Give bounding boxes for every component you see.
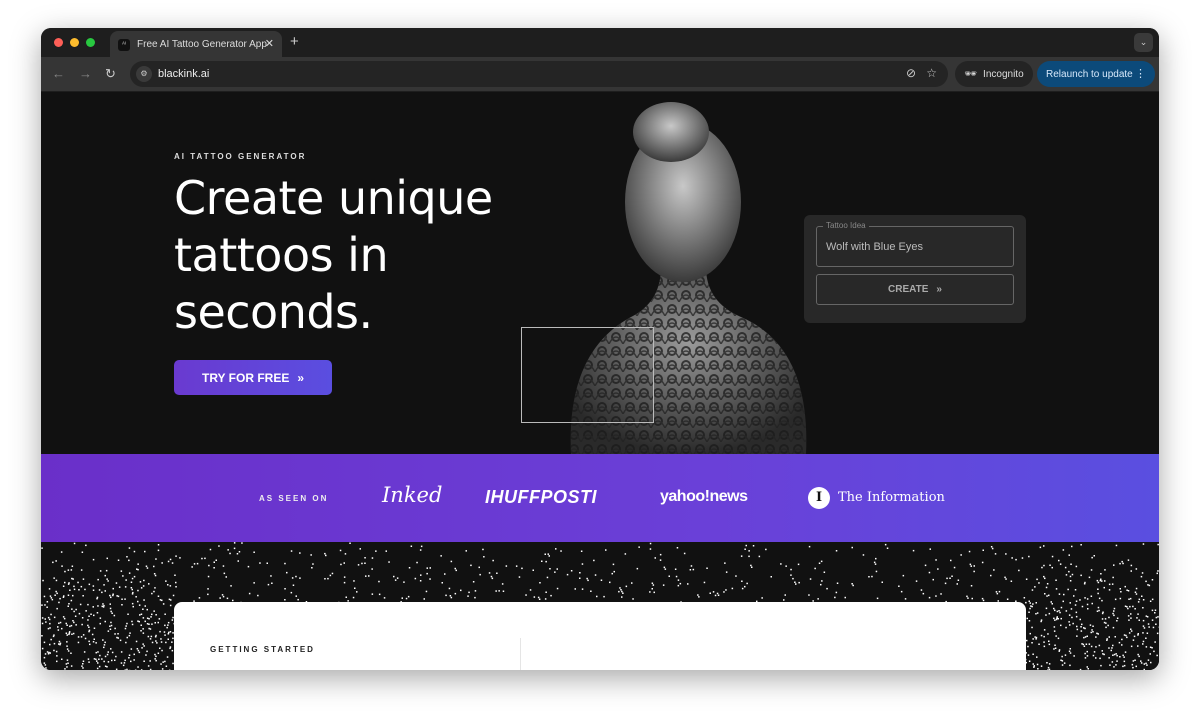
- site-settings-icon[interactable]: ⚙: [136, 66, 152, 82]
- eye-off-icon[interactable]: ⊘: [906, 66, 916, 80]
- web-page: AI TATTOO GENERATOR Create unique tattoo…: [41, 92, 1159, 670]
- huffpost-logo: IHUFFPOSTI: [485, 487, 597, 507]
- the-information-icon: I: [808, 487, 830, 509]
- hero-section: AI TATTOO GENERATOR Create unique tattoo…: [41, 92, 1159, 454]
- browser-window: ᴬᴵ Free AI Tattoo Generator App ✕ + ⌄ ← …: [41, 28, 1159, 670]
- incognito-indicator[interactable]: 🕶 Incognito: [955, 61, 1033, 87]
- star-icon[interactable]: ☆: [926, 66, 937, 80]
- divider: [520, 638, 521, 670]
- close-window-button[interactable]: [54, 38, 63, 47]
- zoom-window-button[interactable]: [86, 38, 95, 47]
- tattoo-idea-label: Tattoo Idea: [823, 221, 869, 230]
- forward-icon[interactable]: →: [79, 66, 92, 81]
- favicon-icon: ᴬᴵ: [118, 38, 130, 51]
- section-title: GETTING STARTED: [210, 645, 315, 654]
- incognito-label: Incognito: [983, 68, 1024, 80]
- selection-box: [521, 327, 654, 423]
- tab-search-chevron-icon[interactable]: ⌄: [1134, 33, 1153, 52]
- minimize-window-button[interactable]: [70, 38, 79, 47]
- back-icon[interactable]: ←: [52, 66, 65, 81]
- inked-logo: Inked: [382, 483, 443, 507]
- eyebrow-label: AI TATTOO GENERATOR: [174, 152, 307, 161]
- relaunch-button[interactable]: Relaunch to update ⋮: [1037, 61, 1155, 87]
- try-label: TRY FOR FREE: [201, 370, 290, 385]
- close-tab-icon[interactable]: ✕: [265, 37, 274, 50]
- press-band: AS SEEN ON Inked IHUFFPOSTI yahoo!news I…: [41, 454, 1159, 542]
- tab-title: Free AI Tattoo Generator App: [137, 39, 267, 50]
- generator-card: Tattoo Idea Wolf with Blue Eyes CREATE »: [804, 215, 1026, 323]
- reload-icon[interactable]: ↻: [105, 66, 116, 82]
- toolbar: ← → ↻ ⚙ blackink.ai ⊘ ☆ 🕶 Incognito Rela…: [41, 57, 1159, 91]
- relaunch-label: Relaunch to update: [1046, 68, 1133, 80]
- create-button[interactable]: CREATE »: [816, 274, 1014, 305]
- speckle-section: GETTING STARTED: [41, 542, 1159, 670]
- double-chevron-icon: »: [936, 284, 942, 295]
- address-bar[interactable]: ⚙ blackink.ai ⊘ ☆: [130, 61, 948, 87]
- new-tab-button[interactable]: +: [290, 33, 299, 50]
- url-text: blackink.ai: [158, 68, 210, 80]
- tab-active[interactable]: ᴬᴵ Free AI Tattoo Generator App ✕: [110, 31, 282, 58]
- create-label: CREATE: [888, 284, 929, 295]
- headline: Create unique tattoos in seconds.: [174, 171, 493, 339]
- try-for-free-button[interactable]: TRY FOR FREE »: [174, 360, 332, 395]
- incognito-icon: 🕶: [964, 68, 978, 80]
- more-menu-icon[interactable]: ⋮: [1135, 67, 1146, 80]
- tattoo-idea-input[interactable]: Tattoo Idea Wolf with Blue Eyes: [816, 221, 1014, 267]
- yahoo-news-logo: yahoo!news: [660, 488, 748, 505]
- tab-bar: ᴬᴵ Free AI Tattoo Generator App ✕ + ⌄: [41, 28, 1159, 58]
- getting-started-card: GETTING STARTED: [174, 602, 1026, 670]
- tattoo-idea-value: Wolf with Blue Eyes: [826, 241, 924, 253]
- as-seen-on-label: AS SEEN ON: [259, 494, 329, 503]
- double-chevron-icon: »: [297, 370, 305, 385]
- the-information-logo: The Information: [838, 490, 945, 505]
